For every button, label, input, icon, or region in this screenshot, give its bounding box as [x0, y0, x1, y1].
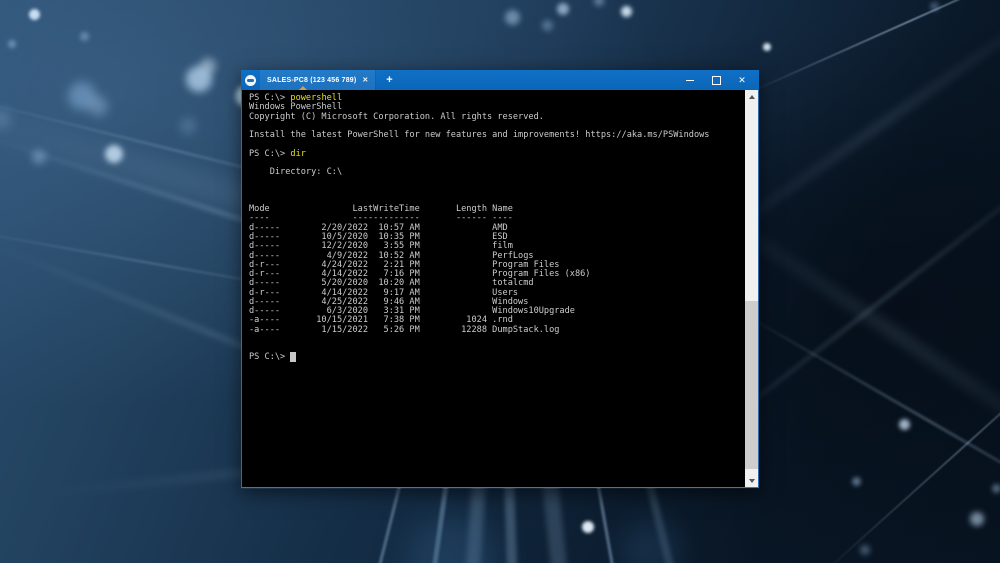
bokeh-light — [582, 521, 594, 533]
titlebar: SALES-PC8 (123 456 789) ✕ + ✕ — [241, 70, 759, 90]
bokeh-light — [88, 96, 108, 116]
bokeh-light — [930, 2, 939, 11]
scroll-down-button[interactable] — [745, 474, 758, 487]
light-streak — [730, 305, 1000, 538]
bokeh-light — [32, 150, 46, 164]
remote-session-window: SALES-PC8 (123 456 789) ✕ + ✕ PS C:\> po… — [241, 70, 759, 489]
bokeh-light — [200, 58, 216, 74]
tab-close-icon[interactable]: ✕ — [362, 77, 368, 84]
bokeh-light — [29, 9, 40, 20]
bokeh-light — [899, 419, 910, 430]
bokeh-light — [8, 40, 16, 48]
scroll-down-icon — [748, 478, 755, 483]
bokeh-light — [542, 20, 553, 31]
session-tab-label: SALES-PC8 (123 456 789) — [267, 76, 357, 84]
scroll-up-button[interactable] — [745, 90, 758, 103]
maximize-button[interactable] — [703, 70, 729, 90]
bokeh-light — [557, 3, 569, 15]
bokeh-light — [992, 484, 1000, 493]
new-tab-button[interactable]: + — [386, 74, 392, 86]
scrollbar-thumb[interactable] — [745, 301, 758, 469]
close-button[interactable]: ✕ — [729, 70, 755, 90]
bokeh-light — [621, 6, 632, 17]
bokeh-light — [970, 512, 984, 526]
session-tab[interactable]: SALES-PC8 (123 456 789) ✕ — [260, 70, 377, 90]
terminal-scrollbar[interactable] — [745, 90, 758, 487]
bokeh-light — [860, 545, 870, 555]
bokeh-light — [505, 10, 520, 25]
bokeh-light — [594, 0, 604, 6]
powershell-terminal[interactable]: PS C:\> powershell Windows PowerShell Co… — [241, 90, 759, 488]
teamviewer-logo-icon — [245, 74, 256, 86]
scroll-up-icon — [748, 94, 755, 99]
bokeh-light — [852, 477, 861, 486]
bokeh-light — [105, 145, 123, 163]
bokeh-light — [180, 118, 196, 134]
terminal-output: PS C:\> powershell Windows PowerShell Co… — [249, 93, 710, 363]
scrollbar-track[interactable] — [745, 103, 758, 474]
bokeh-light — [763, 43, 771, 51]
window-controls: ✕ — [677, 70, 755, 90]
terminal-cursor — [290, 352, 296, 363]
bokeh-light — [80, 32, 89, 41]
minimize-button[interactable] — [677, 70, 703, 90]
bokeh-light — [620, 520, 680, 563]
bokeh-light — [405, 515, 500, 563]
light-streak — [745, 0, 1000, 96]
